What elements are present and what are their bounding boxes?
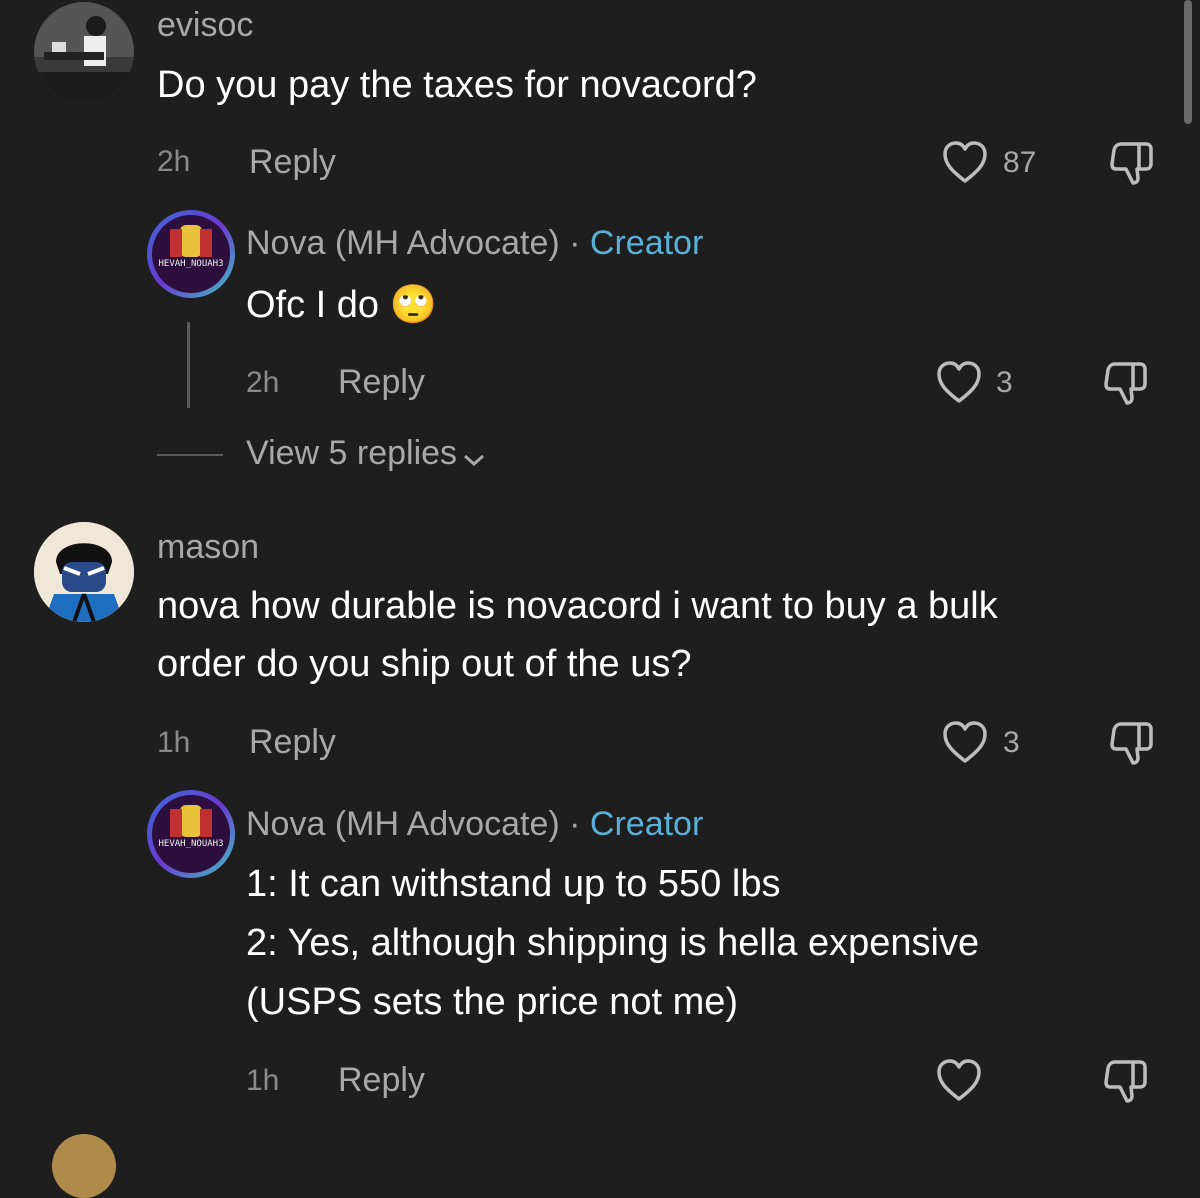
reply-button[interactable]: Reply xyxy=(338,1061,425,1100)
comment-time: 1h xyxy=(157,726,191,759)
view-replies-line xyxy=(157,454,223,456)
comment-text-line1: nova how durable is novacord i want to b… xyxy=(157,585,998,627)
dislike-button[interactable] xyxy=(1108,720,1158,766)
like-button[interactable] xyxy=(942,720,992,766)
reply-text: Ofc I do 🙄 xyxy=(246,284,437,326)
reply-button[interactable]: Reply xyxy=(338,363,425,402)
like-button[interactable] xyxy=(936,1058,986,1104)
thumbs-down-icon xyxy=(1110,722,1153,765)
heart-icon xyxy=(943,721,987,763)
reply-button[interactable]: Reply xyxy=(249,723,336,762)
separator: · xyxy=(569,224,581,262)
avatar-text: HEVAH_NOUAH3 xyxy=(158,839,224,849)
dislike-button[interactable] xyxy=(1102,1058,1152,1104)
like-count: 87 xyxy=(1003,146,1037,179)
reply-time: 2h xyxy=(246,366,280,399)
reply-text-line1: 1: It can withstand up to 550 lbs xyxy=(246,863,781,905)
separator: · xyxy=(569,805,581,843)
dislike-button[interactable] xyxy=(1102,360,1152,406)
thumbs-down-icon xyxy=(1104,1060,1147,1103)
scrollbar[interactable] xyxy=(1184,0,1192,124)
reply-username[interactable]: Nova (MH Advocate) · Creator xyxy=(246,226,703,260)
reply-button[interactable]: Reply xyxy=(249,143,336,182)
dislike-button[interactable] xyxy=(1108,140,1158,186)
view-replies-label[interactable]: View 5 replies xyxy=(246,434,457,472)
like-count: 3 xyxy=(1003,726,1020,759)
heart-icon xyxy=(943,141,987,183)
comment-username[interactable]: evisoc xyxy=(157,8,253,42)
thread-line xyxy=(187,322,190,408)
avatar-nova[interactable]: HEVAH_NOUAH3 xyxy=(147,210,235,298)
creator-badge: Creator xyxy=(589,805,704,843)
person-photo-icon xyxy=(34,2,134,102)
reply-username[interactable]: Nova (MH Advocate) · Creator xyxy=(246,807,703,841)
heart-icon xyxy=(937,1059,981,1101)
like-count: 3 xyxy=(996,366,1013,399)
comment-time: 2h xyxy=(157,145,191,178)
thumbs-down-icon xyxy=(1110,142,1153,185)
like-button[interactable] xyxy=(936,360,986,406)
reply-text-line3: (USPS sets the price not me) xyxy=(246,981,739,1023)
superhero-avatar-icon xyxy=(34,522,134,622)
view-replies-button[interactable]: View 5 replies xyxy=(246,434,486,473)
avatar-mason[interactable] xyxy=(34,522,134,622)
reply-time: 1h xyxy=(246,1064,280,1097)
reply-username-text[interactable]: Nova (MH Advocate) xyxy=(246,805,560,843)
comment-text-line2: order do you ship out of the us? xyxy=(157,643,692,685)
reply-username-text[interactable]: Nova (MH Advocate) xyxy=(246,224,560,262)
avatar-evisoc[interactable] xyxy=(34,2,134,102)
comment-username[interactable]: mason xyxy=(157,530,259,564)
creator-badge: Creator xyxy=(589,224,704,262)
thumbs-down-icon xyxy=(1104,362,1147,405)
reply-text-line2: 2: Yes, although shipping is hella expen… xyxy=(246,922,980,964)
avatar-text: HEVAH_NOUAH3 xyxy=(158,259,224,269)
avatar-next-comment[interactable] xyxy=(52,1134,116,1198)
chevron-down-icon xyxy=(463,454,484,466)
heart-icon xyxy=(937,361,981,403)
like-button[interactable] xyxy=(942,140,992,186)
avatar-nova[interactable]: HEVAH_NOUAH3 xyxy=(147,790,235,878)
comment-text: Do you pay the taxes for novacord? xyxy=(157,64,757,106)
